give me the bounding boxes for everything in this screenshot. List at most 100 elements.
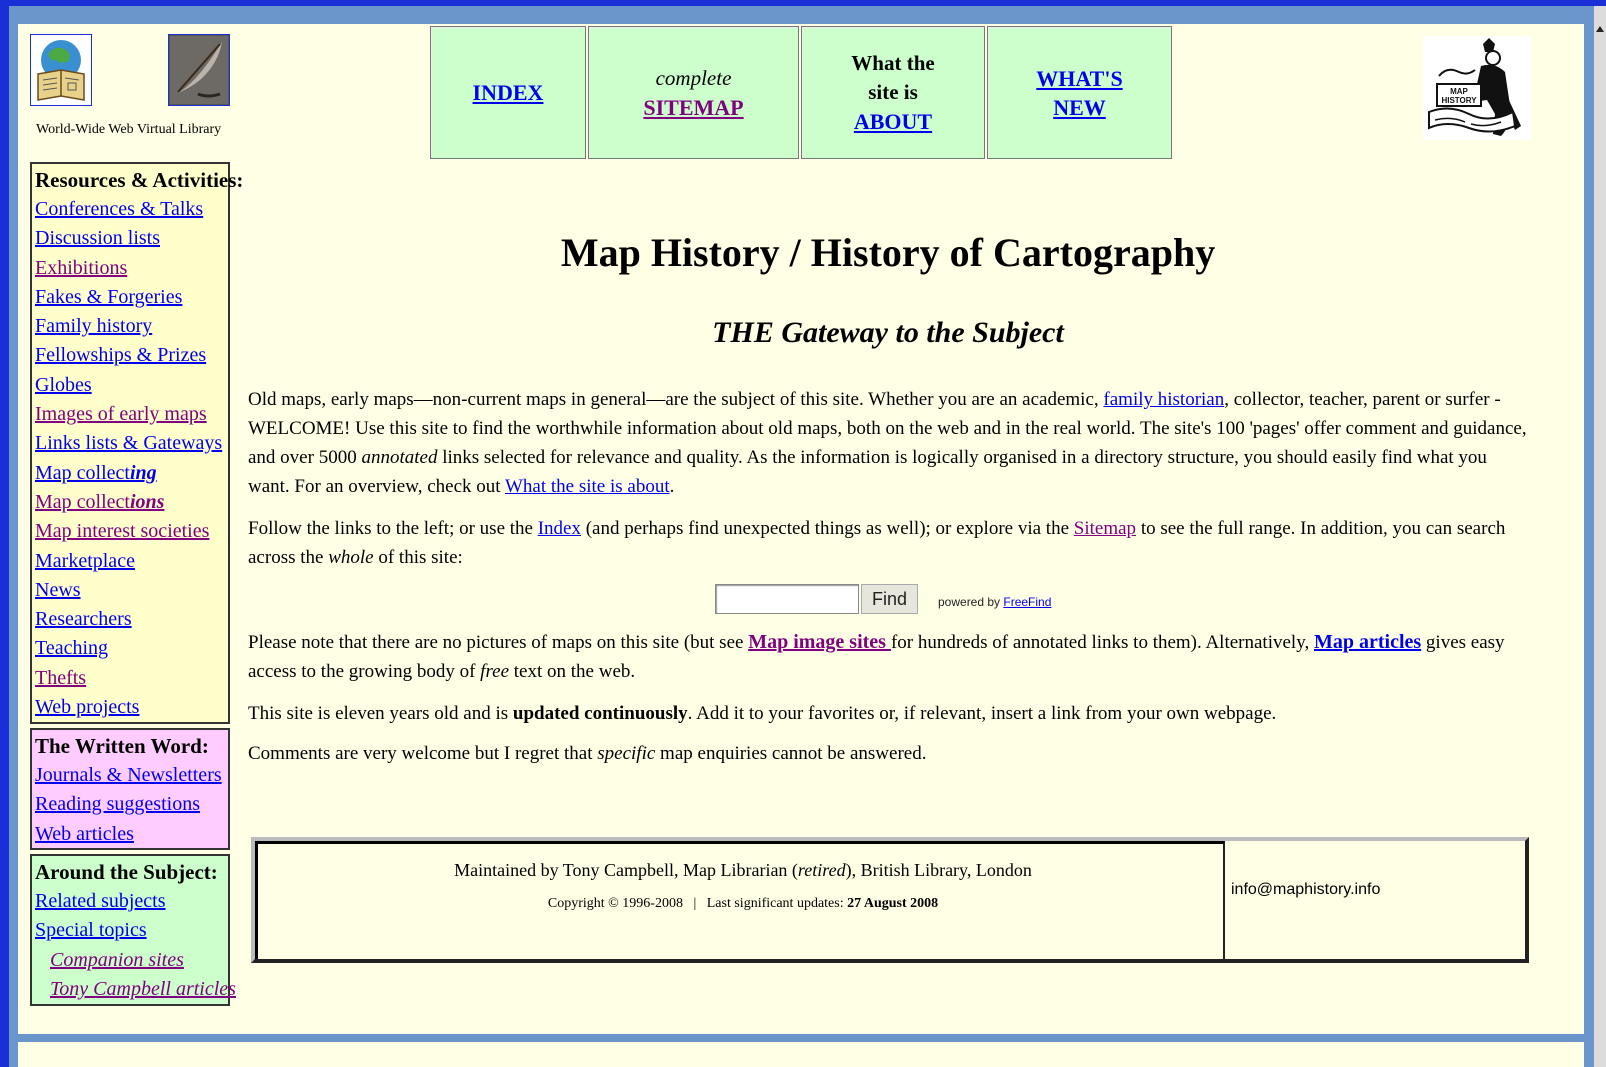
- sidebar-item-marketplace[interactable]: Marketplace: [35, 550, 135, 572]
- p2-text-2: (and perhaps find unexpected things as w…: [580, 518, 1074, 539]
- search-input[interactable]: [715, 584, 859, 614]
- map-image-sites-link[interactable]: Map image sites: [748, 631, 891, 653]
- find-button[interactable]: Find: [861, 584, 918, 614]
- page-subtitle: THE Gateway to the Subject: [712, 316, 1064, 349]
- sidebar-item-map-societies[interactable]: Map interest societies: [35, 520, 209, 542]
- sidebar-item-researchers[interactable]: Researchers: [35, 608, 132, 630]
- sidebar-item-family-history[interactable]: Family history: [35, 315, 152, 337]
- nav-whats-new-link[interactable]: WHAT'S NEW: [1036, 64, 1122, 122]
- sidebar-item-discussion-lists[interactable]: Discussion lists: [35, 227, 160, 249]
- footer-updates-date: 27 August 2008: [847, 896, 939, 911]
- pictures-note-paragraph: Please note that there are no pictures o…: [248, 628, 1528, 686]
- nav-box-whats-new: WHAT'S NEW: [987, 26, 1172, 159]
- sidebar-item-conferences[interactable]: Conferences & Talks: [35, 198, 203, 220]
- sidebar-around-subject-box: Around the Subject: Related subjects Spe…: [30, 854, 236, 1006]
- sidebar-item-map-collecting-text: Map collect: [35, 461, 130, 484]
- quill-pen-logo-icon[interactable]: [168, 34, 230, 106]
- navigation-paragraph: Follow the links to the left; or use the…: [248, 514, 1528, 572]
- next-page-strip: [18, 1042, 1584, 1067]
- powered-by-text: powered by FreeFind: [938, 595, 1051, 609]
- footer-copyright: Copyright © 1996-2008 | Last significant…: [258, 896, 1228, 912]
- sidebar-item-links-lists[interactable]: Links lists & Gateways: [35, 432, 222, 454]
- age-paragraph: This site is eleven years old and is upd…: [248, 699, 1528, 728]
- footer-maintainer: Maintained by Tony Campbell, Map Librari…: [258, 860, 1228, 881]
- nav-about-prefix-2: site is: [868, 80, 918, 104]
- nav-box-sitemap: complete SITEMAP: [588, 26, 799, 159]
- footer-email[interactable]: info@maphistory.info: [1231, 881, 1380, 899]
- virtual-library-caption: World-Wide Web Virtual Library: [36, 122, 222, 137]
- sidebar-item-map-collecting[interactable]: Map collecting: [35, 462, 157, 484]
- sidebar-item-web-articles[interactable]: Web articles: [35, 823, 134, 845]
- sidebar-item-map-collecting-emphasis: ing: [129, 461, 157, 484]
- sitemap-link[interactable]: Sitemap: [1074, 518, 1136, 539]
- p1-emphasis: annotated: [361, 447, 438, 468]
- nav-about-link[interactable]: ABOUT: [854, 107, 932, 136]
- footer-maint-em: retired: [797, 860, 846, 880]
- sidebar-item-fellowships[interactable]: Fellowships & Prizes: [35, 344, 206, 366]
- map-history-logo-icon[interactable]: MAP HISTORY: [1423, 36, 1531, 140]
- p1-text-1: Old maps, early maps—non-current maps in…: [248, 389, 1104, 410]
- sidebar-around-heading: Around the Subject:: [35, 860, 218, 884]
- nav-sitemap-link[interactable]: SITEMAP: [643, 93, 743, 122]
- footer-maint-post: ), British Library, London: [845, 860, 1032, 880]
- virtual-library-logo-icon[interactable]: [30, 34, 92, 106]
- footer-table: Maintained by Tony Campbell, Map Librari…: [251, 837, 1529, 963]
- p2-text-4: of this site:: [373, 547, 463, 568]
- footer-copyright-text: Copyright © 1996-2008: [547, 896, 683, 911]
- nav-whats-new-line-1: WHAT'S: [1036, 65, 1123, 91]
- sidebar-item-related-subjects[interactable]: Related subjects: [35, 890, 166, 912]
- nav-box-index: INDEX: [430, 26, 586, 159]
- about-site-link[interactable]: What the site is about: [505, 476, 670, 497]
- sidebar-item-campbell-articles[interactable]: Tony Campbell articles: [50, 978, 236, 1000]
- sidebar-written-word-box: The Written Word: Journals & Newsletters…: [30, 728, 230, 850]
- index-link[interactable]: Index: [538, 518, 581, 539]
- scroll-up-arrow-icon[interactable]: [1596, 26, 1604, 32]
- sidebar-item-map-collections-text: Map collect: [35, 490, 130, 513]
- svg-text:HISTORY: HISTORY: [1441, 96, 1477, 105]
- family-historian-link[interactable]: family historian: [1103, 389, 1224, 410]
- p5-emphasis: specific: [597, 743, 656, 764]
- p5-text-2: map enquiries cannot be answered.: [655, 743, 927, 764]
- freefind-link[interactable]: FreeFind: [1003, 595, 1051, 609]
- sidebar-item-fakes-forgeries[interactable]: Fakes & Forgeries: [35, 286, 182, 308]
- sidebar-item-companion-sites[interactable]: Companion sites: [50, 949, 184, 971]
- p4-text-1: This site is eleven years old and is: [248, 703, 513, 724]
- sidebar-item-images[interactable]: Images of early maps: [35, 403, 207, 425]
- window-top-border: [0, 0, 1606, 6]
- p3-text-1: Please note that there are no pictures o…: [248, 632, 749, 653]
- p4-strong: updated continuously: [512, 703, 688, 724]
- sidebar-item-thefts[interactable]: Thefts: [35, 667, 86, 689]
- sidebar-item-special-topics[interactable]: Special topics: [35, 919, 147, 941]
- sidebar-item-news[interactable]: News: [35, 579, 81, 601]
- sidebar-written-heading: The Written Word:: [35, 734, 209, 758]
- p4-text-2: . Add it to your favorites or, if releva…: [687, 703, 1277, 724]
- sidebar-item-globes[interactable]: Globes: [35, 374, 92, 396]
- scrollbar[interactable]: [1594, 6, 1606, 1067]
- p2-emphasis: whole: [328, 547, 374, 568]
- nav-index-link[interactable]: INDEX: [473, 78, 544, 107]
- sidebar-resources-box: Resources & Activities: Conferences & Ta…: [30, 162, 244, 724]
- sidebar-resources-heading: Resources & Activities:: [35, 168, 244, 192]
- sidebar-item-exhibitions[interactable]: Exhibitions: [35, 257, 127, 279]
- p2-text-1: Follow the links to the left; or use the: [248, 518, 538, 539]
- sidebar-item-map-collections[interactable]: Map collections: [35, 491, 164, 513]
- sidebar-item-web-projects[interactable]: Web projects: [35, 696, 139, 718]
- sidebar-item-reading[interactable]: Reading suggestions: [35, 793, 200, 815]
- nav-about-prefix-1: What the: [851, 51, 935, 75]
- p5-text-1: Comments are very welcome but I regret t…: [248, 743, 598, 764]
- nav-whats-new-line-2: NEW: [1053, 94, 1106, 120]
- window-left-border: [0, 0, 9, 1067]
- sidebar-item-journals[interactable]: Journals & Newsletters: [35, 764, 222, 786]
- intro-paragraph: Old maps, early maps—non-current maps in…: [248, 385, 1528, 501]
- footer-info-cell: Maintained by Tony Campbell, Map Librari…: [255, 841, 1225, 959]
- footer-maint-pre: Maintained by Tony Campbell, Map Librari…: [454, 860, 798, 880]
- page-title: Map History / History of Cartography: [560, 230, 1216, 275]
- p3-text-2: for hundreds of annotated links to them)…: [890, 632, 1314, 653]
- page-content: World-Wide Web Virtual Library MAP HISTO…: [18, 24, 1584, 1034]
- footer-separator: |: [693, 896, 697, 911]
- nav-sitemap-prefix: complete: [655, 65, 732, 90]
- nav-box-about: What the site is ABOUT: [801, 26, 985, 159]
- map-articles-link[interactable]: Map articles: [1314, 631, 1421, 653]
- sidebar-item-teaching[interactable]: Teaching: [35, 637, 108, 659]
- p1-text-4: .: [669, 476, 675, 497]
